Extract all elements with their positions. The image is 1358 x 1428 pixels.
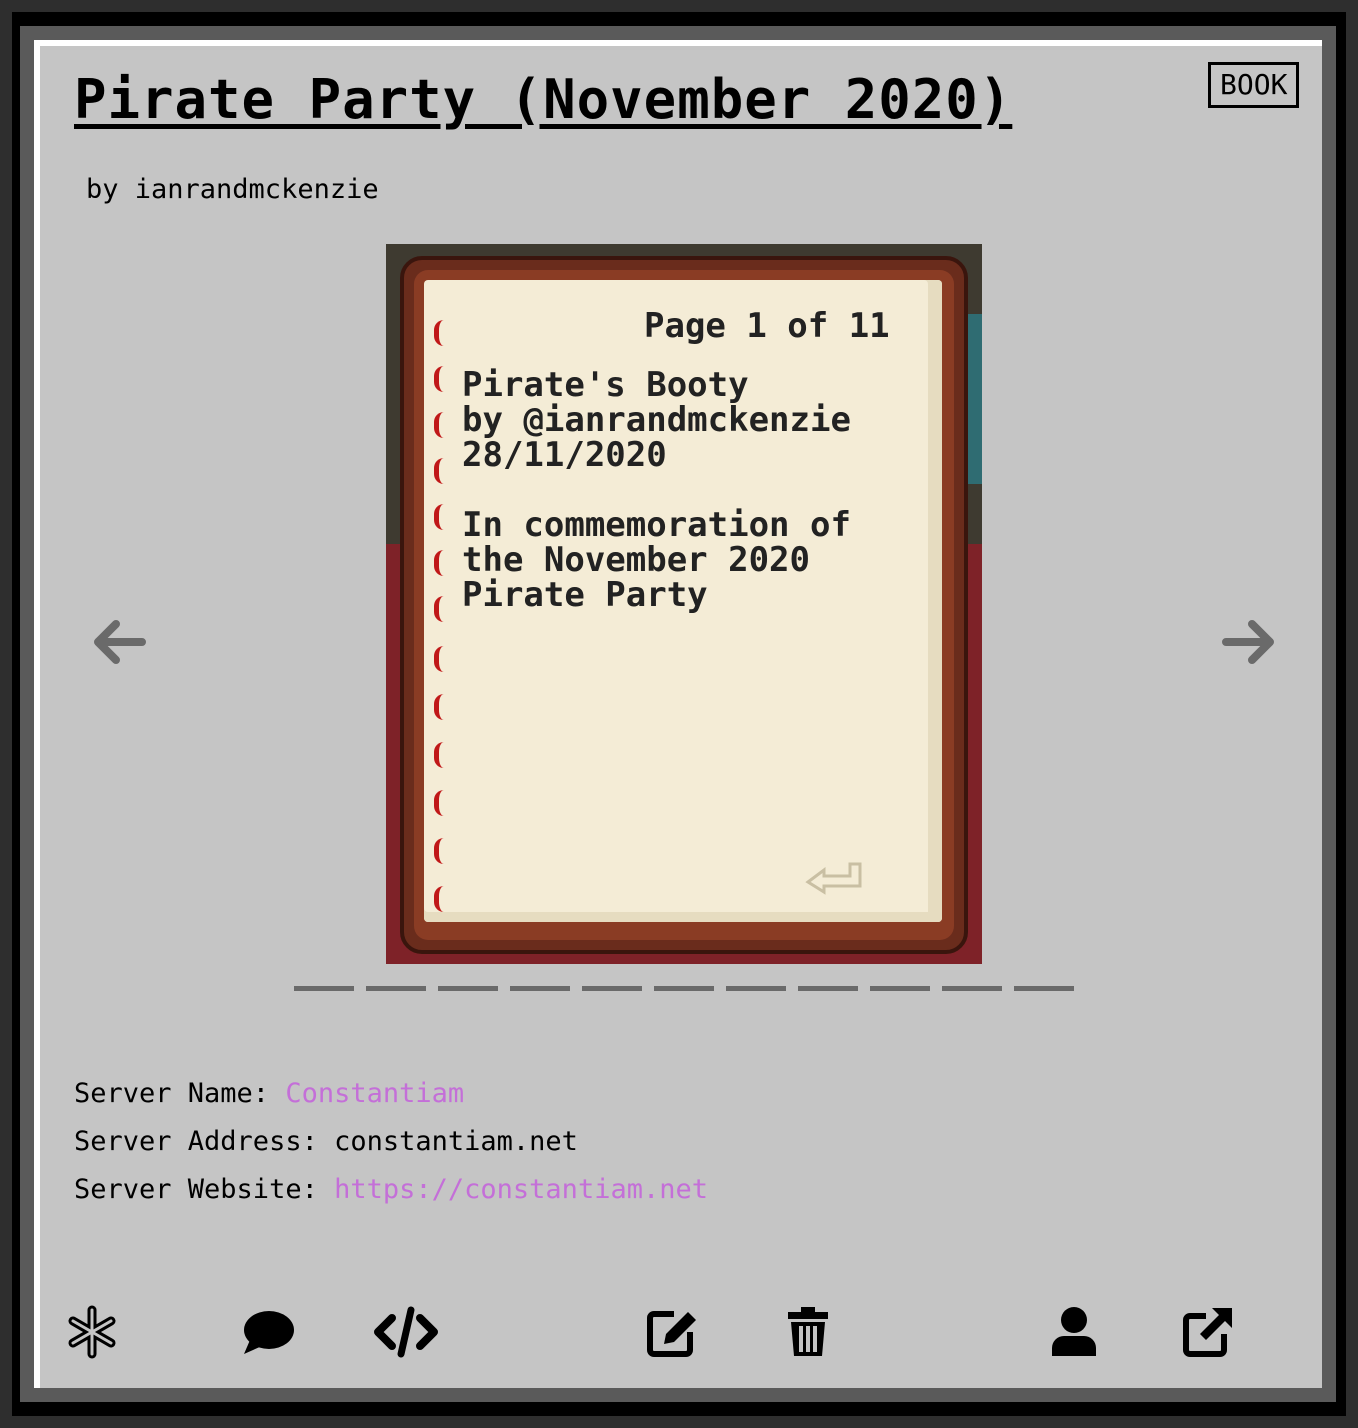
card-highlight: Pirate Party (November 2020) BOOK by ian… — [34, 40, 1322, 1388]
arrow-right-icon — [1222, 620, 1274, 664]
book-page-image: Page 1 of 11 Pirate's Booty by @ianrandm… — [386, 244, 982, 964]
page-dot[interactable] — [582, 986, 642, 991]
book-binding — [434, 310, 454, 920]
page-indicator-dots — [294, 986, 1074, 994]
open-external-button[interactable] — [1180, 1304, 1236, 1360]
code-icon — [374, 1306, 438, 1358]
server-address-label: Server Address: — [74, 1126, 318, 1157]
server-name-label: Server Name: — [74, 1078, 270, 1109]
server-website-link[interactable]: https://constantiam.net — [334, 1174, 708, 1205]
server-info: Server Name: Constantiam Server Address:… — [74, 1070, 708, 1214]
asterisk-icon — [68, 1305, 116, 1359]
page-dot[interactable] — [438, 986, 498, 991]
page-dot[interactable] — [366, 986, 426, 991]
page-indicator: Page 1 of 11 — [644, 306, 890, 346]
page-dot[interactable] — [1014, 986, 1074, 991]
user-icon — [1052, 1307, 1096, 1356]
window-frame: Pirate Party (November 2020) BOOK by ian… — [12, 12, 1346, 1416]
previous-page-button[interactable] — [86, 610, 150, 674]
author-profile-button[interactable] — [1046, 1304, 1102, 1360]
page-dot[interactable] — [798, 986, 858, 991]
entry-title[interactable]: Pirate Party (November 2020) — [74, 68, 1012, 131]
trash-icon — [788, 1307, 828, 1356]
next-page-button[interactable] — [1218, 610, 1282, 674]
page-dot[interactable] — [870, 986, 930, 991]
page-turn-icon — [805, 862, 862, 895]
comment-icon — [244, 1311, 294, 1354]
page-dot[interactable] — [654, 986, 714, 991]
type-badge: BOOK — [1208, 62, 1300, 108]
card-border: Pirate Party (November 2020) BOOK by ian… — [20, 26, 1336, 1402]
page-dot[interactable] — [294, 986, 354, 991]
arrow-left-icon — [94, 620, 146, 664]
entry-card: Pirate Party (November 2020) BOOK by ian… — [40, 46, 1322, 1388]
page-dot[interactable] — [510, 986, 570, 991]
asterisk-button[interactable] — [64, 1304, 120, 1360]
embed-code-button[interactable] — [374, 1304, 438, 1360]
delete-button[interactable] — [780, 1304, 836, 1360]
server-name-row: Server Name: Constantiam — [74, 1070, 708, 1118]
page-dot[interactable] — [726, 986, 786, 991]
page-text: Pirate's Booty by @ianrandmckenzie 28/11… — [462, 365, 851, 615]
edit-icon — [647, 1311, 696, 1357]
page-dot[interactable] — [942, 986, 1002, 991]
server-address-value: constantiam.net — [334, 1126, 578, 1157]
server-website-label: Server Website: — [74, 1174, 318, 1205]
external-link-icon — [1183, 1308, 1232, 1357]
author-line: by ianrandmckenzie — [86, 174, 379, 205]
comment-button[interactable] — [240, 1304, 296, 1360]
edit-button[interactable] — [644, 1304, 700, 1360]
server-address-row: Server Address: constantiam.net — [74, 1118, 708, 1166]
server-website-row: Server Website: https://constantiam.net — [74, 1166, 708, 1214]
server-name-link[interactable]: Constantiam — [285, 1078, 464, 1109]
